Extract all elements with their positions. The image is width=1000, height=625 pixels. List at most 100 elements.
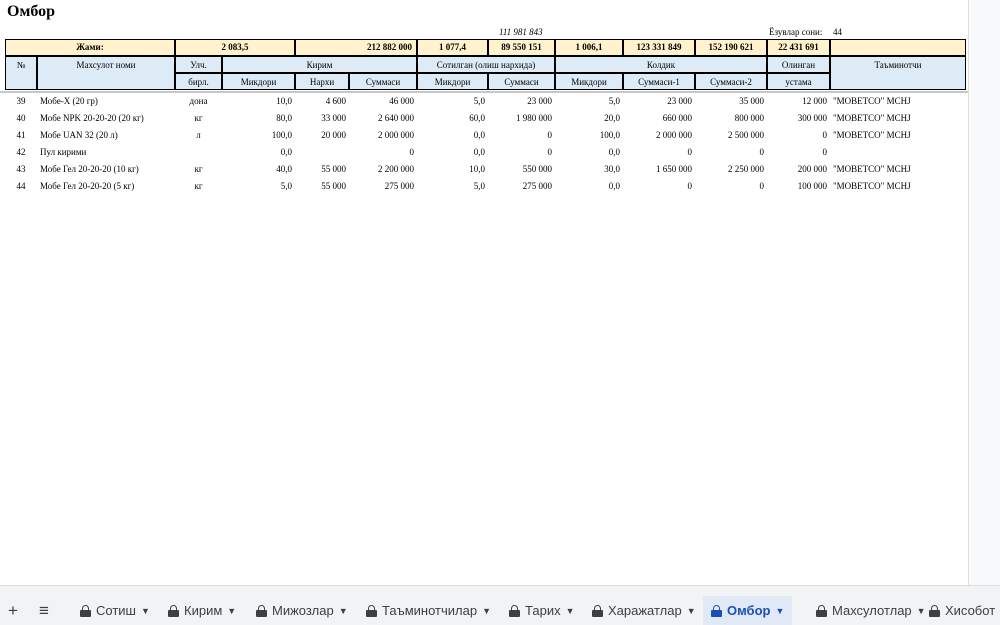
cell-qoldiq-summasi2[interactable]: 800 000 — [695, 110, 767, 127]
header-unit[interactable]: Улч. — [175, 56, 222, 73]
cell-number[interactable]: 40 — [5, 110, 37, 127]
tab-dropdown-caret-icon[interactable]: ▼ — [482, 606, 491, 616]
tab-dropdown-caret-icon[interactable]: ▼ — [566, 606, 575, 616]
header-kirim[interactable]: Кирим — [222, 56, 417, 73]
cell-qoldiq-miqdori[interactable]: 0,0 — [555, 178, 623, 195]
totals-label[interactable]: Жами: — [5, 39, 175, 56]
cell-kirim-miqdori[interactable]: 80,0 — [222, 110, 295, 127]
cell-supplier[interactable]: "MOBETCO" MCHJ — [830, 127, 966, 144]
cell-unit[interactable]: кг — [175, 161, 222, 178]
cell-kirim-summasi[interactable]: 2 640 000 — [349, 110, 417, 127]
cell-sotilgan-summasi[interactable]: 0 — [488, 127, 555, 144]
sheet-tab-8[interactable]: Махсулотлар ▼ — [808, 596, 934, 625]
cell-number[interactable]: 42 — [5, 144, 37, 161]
cell-olingan-ustama[interactable]: 0 — [767, 127, 830, 144]
cell-qoldiq-summasi2[interactable]: 2 250 000 — [695, 161, 767, 178]
cell-sotilgan-summasi[interactable]: 0 — [488, 144, 555, 161]
total-qoldiq-miqdori[interactable]: 1 006,1 — [555, 39, 623, 56]
cell-supplier[interactable] — [830, 144, 966, 161]
cell-number[interactable]: 41 — [5, 127, 37, 144]
cell-product[interactable]: Мобе NPK 20-20-20 (20 кг) — [37, 110, 175, 127]
cell-sotilgan-summasi[interactable]: 1 980 000 — [488, 110, 555, 127]
cell-kirim-summasi[interactable]: 2 000 000 — [349, 127, 417, 144]
cell-sotilgan-miqdori[interactable]: 10,0 — [417, 161, 488, 178]
cell-kirim-narxi[interactable]: 20 000 — [295, 127, 349, 144]
header-olingan-2[interactable]: устама — [767, 73, 830, 90]
cell-product[interactable]: Мобе-X (20 гр) — [37, 93, 175, 110]
subheader-kirim-narxi[interactable]: Нархи — [295, 73, 349, 90]
header-number[interactable]: № — [5, 56, 37, 90]
sheet-tab-9[interactable]: Хисобот — [921, 596, 1000, 625]
total-sotilgan-summasi[interactable]: 89 550 151 — [488, 39, 555, 56]
sheet-tab-5[interactable]: Тарих ▼ — [501, 596, 583, 625]
subheader-sotilgan-summasi[interactable]: Суммаси — [488, 73, 555, 90]
cell-qoldiq-summasi1[interactable]: 23 000 — [623, 93, 695, 110]
cell-supplier[interactable]: "MOBETCO" MCHJ — [830, 93, 966, 110]
sheet-tab-2[interactable]: Кирим ▼ — [160, 596, 244, 625]
cell-qoldiq-summasi2[interactable]: 2 500 000 — [695, 127, 767, 144]
cell-qoldiq-summasi2[interactable]: 0 — [695, 144, 767, 161]
total-qoldiq-summasi1[interactable]: 123 331 849 — [623, 39, 695, 56]
cell-qoldiq-miqdori[interactable]: 30,0 — [555, 161, 623, 178]
sheet-tab-3[interactable]: Мижозлар ▼ — [248, 596, 356, 625]
cell-qoldiq-summasi1[interactable]: 0 — [623, 144, 695, 161]
cell-number[interactable]: 39 — [5, 93, 37, 110]
header-supplier[interactable]: Таъминотчи — [830, 56, 966, 90]
tab-dropdown-caret-icon[interactable]: ▼ — [227, 606, 236, 616]
sheet-tab-1[interactable]: Сотиш ▼ — [72, 596, 158, 625]
cell-sotilgan-summasi[interactable]: 23 000 — [488, 93, 555, 110]
cell-sotilgan-summasi[interactable]: 550 000 — [488, 161, 555, 178]
cell-qoldiq-summasi2[interactable]: 0 — [695, 178, 767, 195]
tab-dropdown-caret-icon[interactable]: ▼ — [339, 606, 348, 616]
cell-kirim-miqdori[interactable]: 40,0 — [222, 161, 295, 178]
subheader-qoldiq-summasi1[interactable]: Суммаси-1 — [623, 73, 695, 90]
cell-qoldiq-summasi1[interactable]: 2 000 000 — [623, 127, 695, 144]
header-unit-2[interactable]: бирл. — [175, 73, 222, 90]
all-sheets-menu-button[interactable]: ≡ — [34, 596, 54, 625]
subheader-qoldiq-miqdori[interactable]: Микдори — [555, 73, 623, 90]
cell-qoldiq-miqdori[interactable]: 100,0 — [555, 127, 623, 144]
cell-sotilgan-miqdori[interactable]: 0,0 — [417, 127, 488, 144]
add-sheet-button[interactable]: + — [4, 596, 22, 625]
cell-qoldiq-summasi1[interactable]: 0 — [623, 178, 695, 195]
cell-sotilgan-miqdori[interactable]: 5,0 — [417, 93, 488, 110]
cell-qoldiq-summasi1[interactable]: 660 000 — [623, 110, 695, 127]
cell-sotilgan-miqdori[interactable]: 5,0 — [417, 178, 488, 195]
cell-kirim-narxi[interactable] — [295, 144, 349, 161]
cell-sotilgan-miqdori[interactable]: 60,0 — [417, 110, 488, 127]
horizontal-scrollbar[interactable] — [0, 585, 1000, 596]
cell-number[interactable]: 43 — [5, 161, 37, 178]
cell-product[interactable]: Мобе Гел 20-20-20 (10 кг) — [37, 161, 175, 178]
total-olingan-ustama[interactable]: 22 431 691 — [767, 39, 830, 56]
total-sotilgan-miqdori[interactable]: 1 077,4 — [417, 39, 488, 56]
cell-kirim-summasi[interactable]: 275 000 — [349, 178, 417, 195]
subheader-kirim-summasi[interactable]: Суммаси — [349, 73, 417, 90]
cell-kirim-summasi[interactable]: 2 200 000 — [349, 161, 417, 178]
sheet-tab-7[interactable]: Омбор ▼ — [703, 596, 793, 625]
tab-dropdown-caret-icon[interactable]: ▼ — [775, 606, 784, 616]
vertical-scrollbar[interactable] — [968, 0, 1000, 585]
subheader-qoldiq-summasi2[interactable]: Суммаси-2 — [695, 73, 767, 90]
cell-sotilgan-summasi[interactable]: 275 000 — [488, 178, 555, 195]
cell-olingan-ustama[interactable]: 0 — [767, 144, 830, 161]
cell-supplier[interactable]: "MOBETCO" MCHJ — [830, 110, 966, 127]
total-kirim-summasi[interactable]: 212 882 000 — [295, 39, 417, 56]
cell-kirim-miqdori[interactable]: 10,0 — [222, 93, 295, 110]
subheader-kirim-miqdori[interactable]: Микдори — [222, 73, 295, 90]
cell-unit[interactable]: кг — [175, 178, 222, 195]
cell-qoldiq-miqdori[interactable]: 5,0 — [555, 93, 623, 110]
cell-olingan-ustama[interactable]: 200 000 — [767, 161, 830, 178]
cell-kirim-summasi[interactable]: 46 000 — [349, 93, 417, 110]
cell-qoldiq-summasi2[interactable]: 35 000 — [695, 93, 767, 110]
subheader-sotilgan-miqdori[interactable]: Микдори — [417, 73, 488, 90]
cell-product[interactable]: Мобе UAN 32 (20 л) — [37, 127, 175, 144]
cell-qoldiq-summasi1[interactable]: 1 650 000 — [623, 161, 695, 178]
total-qoldiq-summasi2[interactable]: 152 190 621 — [695, 39, 767, 56]
cell-kirim-narxi[interactable]: 55 000 — [295, 178, 349, 195]
cell-kirim-narxi[interactable]: 4 600 — [295, 93, 349, 110]
header-product-name[interactable]: Махсулот номи — [37, 56, 175, 90]
tab-dropdown-caret-icon[interactable]: ▼ — [141, 606, 150, 616]
cell-supplier[interactable]: "MOBETCO" MCHJ — [830, 178, 966, 195]
sheet-tab-4[interactable]: Таъминотчилар ▼ — [358, 596, 499, 625]
cell-olingan-ustama[interactable]: 100 000 — [767, 178, 830, 195]
